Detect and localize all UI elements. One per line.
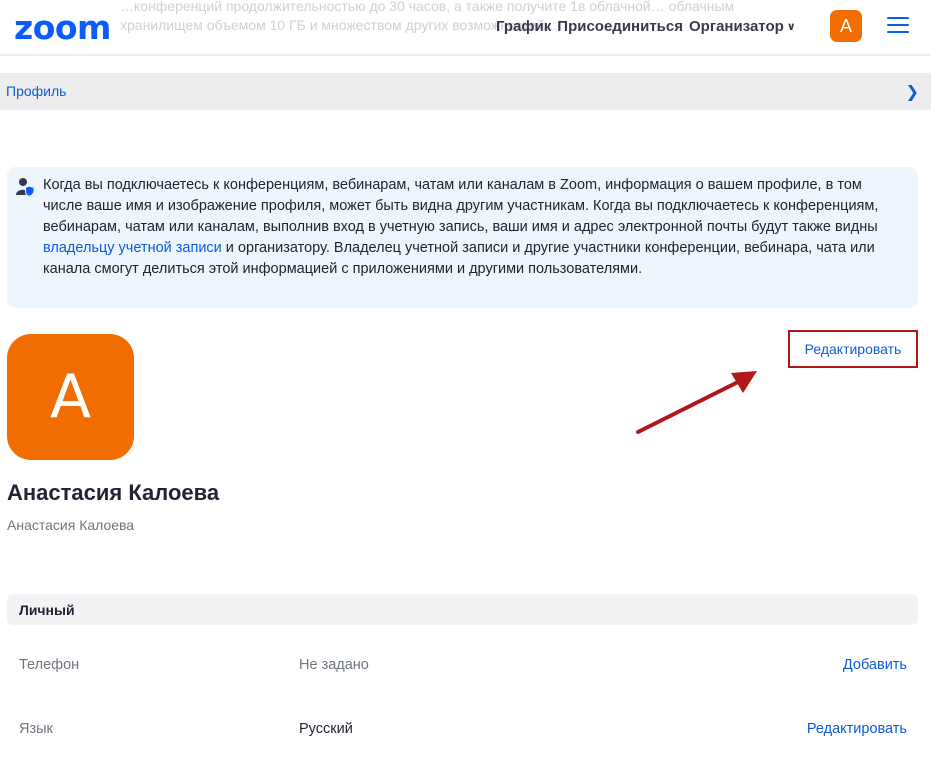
promo-line-1: …конференций продолжительностью до 30 ча… xyxy=(120,0,735,14)
edit-profile-highlight: Редактировать xyxy=(788,330,918,368)
user-avatar[interactable]: A xyxy=(830,10,862,42)
privacy-info-text: Когда вы подключаетесь к конференциям, в… xyxy=(43,175,903,280)
top-header: …конференций продолжительностью до 30 ча… xyxy=(0,0,931,56)
edit-language-button[interactable]: Редактировать xyxy=(807,721,907,737)
account-owner-link[interactable]: владельцу учетной записи xyxy=(43,240,222,256)
phone-label: Телефон xyxy=(19,657,80,673)
personal-section-title: Личный xyxy=(19,602,75,618)
red-arrow-annotation xyxy=(636,371,757,434)
zoom-logo[interactable]: zoom xyxy=(14,8,111,47)
nav-host[interactable]: Организатор ∨ xyxy=(689,18,796,35)
language-label: Язык xyxy=(19,721,53,737)
language-row: Язык Русский Редактировать xyxy=(0,721,931,745)
info-text-part-1: Когда вы подключаетесь к конференциям, в… xyxy=(43,177,879,235)
profile-display-name: Анастасия Калоева xyxy=(7,517,135,533)
add-phone-button[interactable]: Добавить xyxy=(843,657,907,673)
profile-full-name: Анастасия Калоева xyxy=(7,480,220,505)
privacy-info-box: Когда вы подключаетесь к конференциям, в… xyxy=(7,167,918,308)
nav-schedule[interactable]: График xyxy=(496,18,551,35)
profile-breadcrumb-bar[interactable]: Профиль ❯ xyxy=(0,73,931,110)
profile-link[interactable]: Профиль xyxy=(6,83,66,99)
language-value: Русский xyxy=(299,721,353,737)
chevron-right-icon: ❯ xyxy=(905,84,919,101)
edit-profile-button[interactable]: Редактировать xyxy=(805,341,902,357)
phone-value: Не задано xyxy=(299,657,369,673)
personal-section-header: Личный xyxy=(7,594,918,625)
chevron-down-icon: ∨ xyxy=(786,21,796,33)
user-shield-icon xyxy=(16,178,35,198)
top-nav: График Присоединиться Организатор ∨ xyxy=(496,18,796,35)
nav-host-label: Организатор xyxy=(689,18,784,35)
phone-row: Телефон Не задано Добавить xyxy=(0,657,931,681)
profile-picture[interactable]: A xyxy=(7,334,134,460)
nav-join[interactable]: Присоединиться xyxy=(557,18,683,35)
menu-icon[interactable] xyxy=(887,17,909,33)
